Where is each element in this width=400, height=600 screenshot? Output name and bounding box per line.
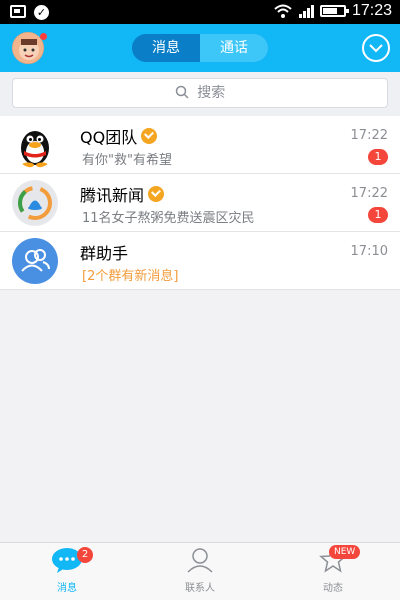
conversation-row[interactable]: 腾讯新闻 17:22 11名女子熬粥免费送震区灾民 1 — [0, 174, 400, 232]
search-icon — [175, 85, 189, 99]
group-helper-avatar — [12, 238, 58, 284]
search-placeholder: 搜索 — [197, 85, 226, 101]
conversation-row[interactable]: QQ团队 17:22 有你"救"有希望 1 — [0, 116, 400, 174]
conversation-time: 17:10 — [350, 244, 388, 259]
avatar-notification-dot — [40, 33, 47, 40]
search-area: 搜索 — [0, 72, 400, 116]
tencent-news-avatar — [12, 180, 58, 226]
conversation-time: 17:22 — [350, 186, 388, 201]
nav-contacts[interactable]: 联系人 — [160, 547, 240, 594]
verified-badge-icon — [148, 186, 165, 202]
chevron-down-icon — [369, 44, 383, 53]
conversation-list: QQ团队 17:22 有你"救"有希望 1 腾讯新闻 17:22 11名女子熬粥… — [0, 116, 400, 290]
header-tabs: 消息 通话 — [132, 34, 268, 62]
group-people-icon — [21, 249, 50, 272]
header-menu-button[interactable] — [362, 34, 390, 62]
unread-count-badge: 1 — [368, 149, 388, 165]
bottom-nav: 2 消息 联系人 NEW 动态 — [0, 542, 400, 600]
nav-moments-new-badge: NEW — [329, 545, 361, 559]
conversation-title: 腾讯新闻 — [80, 186, 145, 205]
gallery-notification-icon — [10, 5, 26, 18]
nav-messages[interactable]: 2 消息 — [27, 547, 107, 594]
battery-icon — [319, 5, 349, 17]
search-input[interactable]: 搜索 — [12, 78, 388, 108]
nav-messages-label: 消息 — [57, 583, 77, 594]
unread-count-badge: 1 — [368, 207, 388, 223]
status-bar: ✓ 17:23 — [0, 0, 400, 24]
tab-messages[interactable]: 消息 — [132, 34, 200, 62]
signal-icon — [298, 5, 314, 18]
status-time: 17:23 — [351, 2, 392, 19]
conversation-title: QQ团队 — [80, 128, 138, 147]
tab-calls[interactable]: 通话 — [200, 34, 268, 62]
qq-penguin-avatar — [12, 122, 58, 168]
nav-messages-badge: 2 — [77, 547, 93, 563]
conversation-time: 17:22 — [350, 128, 388, 143]
wifi-icon — [274, 4, 292, 18]
nav-moments-label: 动态 — [323, 583, 343, 594]
conversation-preview: [2个群有新消息] — [82, 269, 179, 284]
conversation-title: 群助手 — [80, 244, 129, 263]
nav-moments[interactable]: NEW 动态 — [293, 545, 373, 594]
verified-badge-icon — [141, 128, 158, 144]
conversation-preview: 11名女子熬粥免费送震区灾民 — [82, 211, 255, 226]
qq-penguin-icon — [21, 131, 49, 168]
contacts-person-icon — [187, 548, 213, 573]
app-header: 消息 通话 — [0, 24, 400, 72]
check-notification-icon: ✓ — [34, 5, 49, 20]
conversation-preview: 有你"救"有希望 — [82, 153, 172, 168]
nav-contacts-label: 联系人 — [185, 583, 215, 594]
tencent-news-icon — [13, 181, 57, 225]
conversation-row[interactable]: 群助手 17:10 [2个群有新消息] — [0, 232, 400, 290]
